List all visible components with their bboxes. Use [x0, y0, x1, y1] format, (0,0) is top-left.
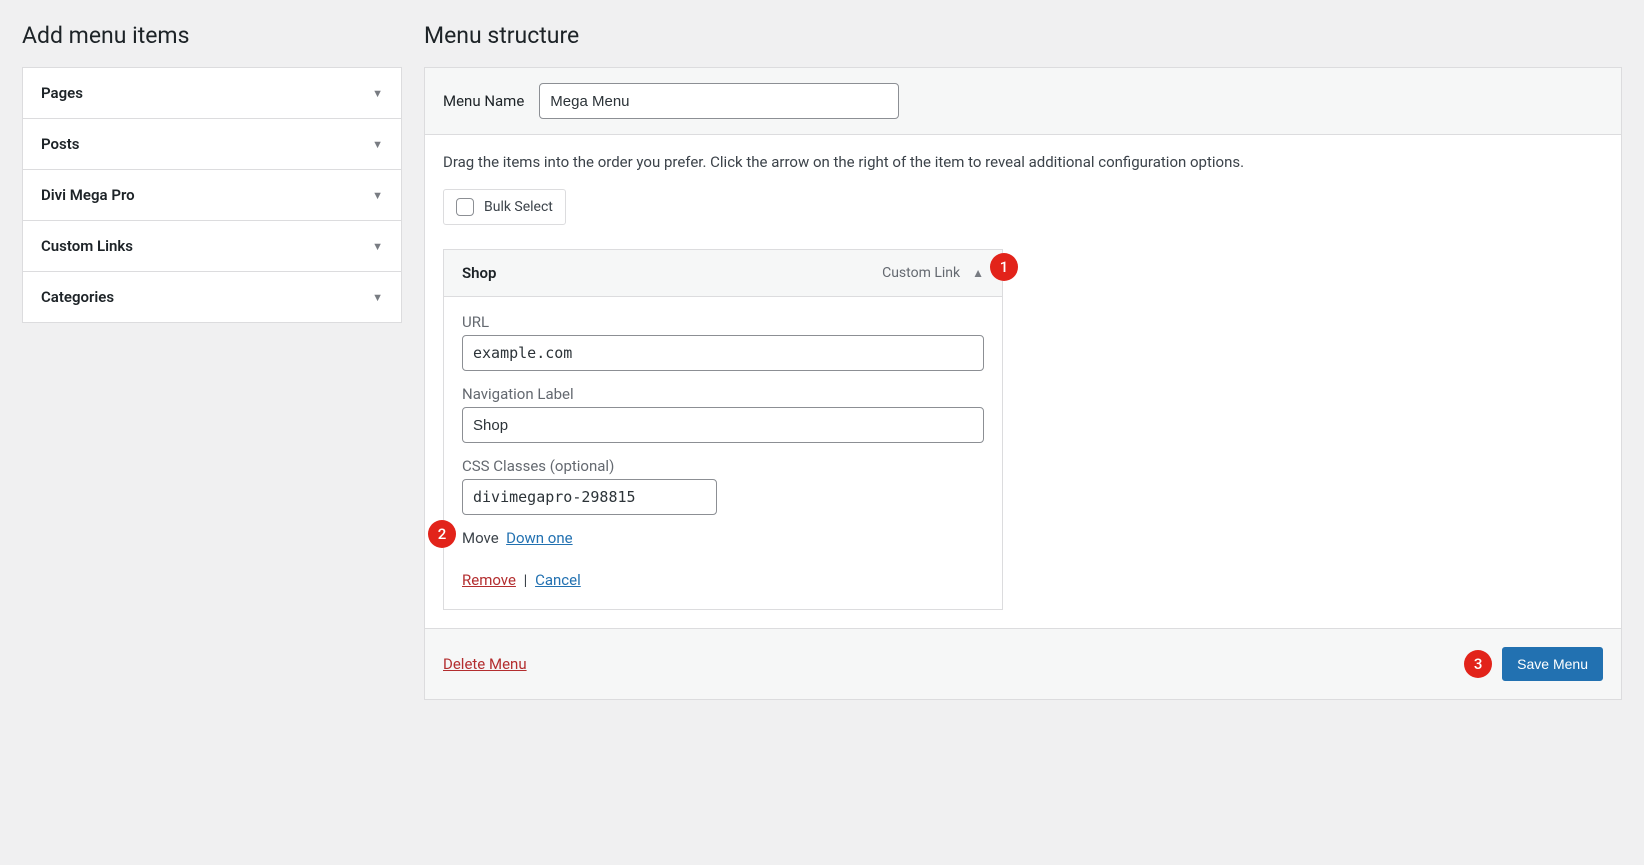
accordion-label: Divi Mega Pro [41, 186, 135, 204]
caret-down-icon: ▼ [372, 87, 383, 100]
accordion-item-customlinks[interactable]: Custom Links ▼ [23, 221, 401, 272]
bulk-select-label: Bulk Select [484, 199, 553, 215]
url-input[interactable] [462, 335, 984, 371]
accordion-label: Categories [41, 288, 114, 306]
accordion-label: Posts [41, 135, 79, 153]
add-items-heading: Add menu items [22, 22, 402, 49]
bulk-select-checkbox[interactable] [456, 198, 474, 216]
move-row: Move Down one [462, 529, 984, 547]
menu-footer: Delete Menu 3 Save Menu [425, 628, 1621, 699]
menu-item-header[interactable]: Shop Custom Link ▲ [444, 250, 1002, 297]
menu-structure-heading: Menu structure [424, 22, 1622, 49]
css-label: CSS Classes (optional) [462, 457, 984, 475]
caret-up-icon: ▲ [972, 266, 984, 280]
bulk-select-control[interactable]: Bulk Select [443, 189, 566, 225]
remove-link[interactable]: Remove [462, 571, 516, 589]
css-classes-input[interactable] [462, 479, 717, 515]
move-down-link[interactable]: Down one [506, 529, 572, 547]
menu-panel: Menu Name Drag the items into the order … [424, 67, 1622, 700]
menu-item-type-label: Custom Link [882, 265, 960, 281]
move-label: Move [462, 529, 499, 547]
accordion-item-divimegapro[interactable]: Divi Mega Pro ▼ [23, 170, 401, 221]
delete-menu-link[interactable]: Delete Menu [443, 655, 527, 673]
cancel-link[interactable]: Cancel [535, 571, 581, 589]
annotation-badge-3: 3 [1464, 650, 1492, 678]
save-menu-button[interactable]: Save Menu [1502, 647, 1603, 681]
accordion-label: Custom Links [41, 237, 133, 255]
menu-header: Menu Name [425, 68, 1621, 135]
menu-item-title: Shop [462, 264, 496, 282]
accordion-item-posts[interactable]: Posts ▼ [23, 119, 401, 170]
menu-name-input[interactable] [539, 83, 899, 119]
menu-name-label: Menu Name [443, 92, 524, 110]
caret-down-icon: ▼ [372, 240, 383, 253]
caret-down-icon: ▼ [372, 291, 383, 304]
accordion-panel: Pages ▼ Posts ▼ Divi Mega Pro ▼ Custom L… [22, 67, 402, 323]
menu-item-body: URL Navigation Label CSS Classes (option… [444, 297, 1002, 609]
separator: | [524, 571, 528, 589]
instructions-text: Drag the items into the order you prefer… [443, 153, 1603, 171]
url-label: URL [462, 313, 984, 331]
accordion-item-pages[interactable]: Pages ▼ [23, 68, 401, 119]
caret-down-icon: ▼ [372, 138, 383, 151]
nav-label: Navigation Label [462, 385, 984, 403]
annotation-badge-1: 1 [990, 253, 1018, 281]
menu-item: 1 2 Shop Custom Link ▲ URL [443, 249, 1003, 610]
annotation-badge-2: 2 [428, 520, 456, 548]
nav-label-input[interactable] [462, 407, 984, 443]
accordion-item-categories[interactable]: Categories ▼ [23, 272, 401, 322]
item-actions: Remove | Cancel [462, 571, 984, 589]
menu-body: Drag the items into the order you prefer… [425, 135, 1621, 628]
caret-down-icon: ▼ [372, 189, 383, 202]
accordion-label: Pages [41, 84, 83, 102]
